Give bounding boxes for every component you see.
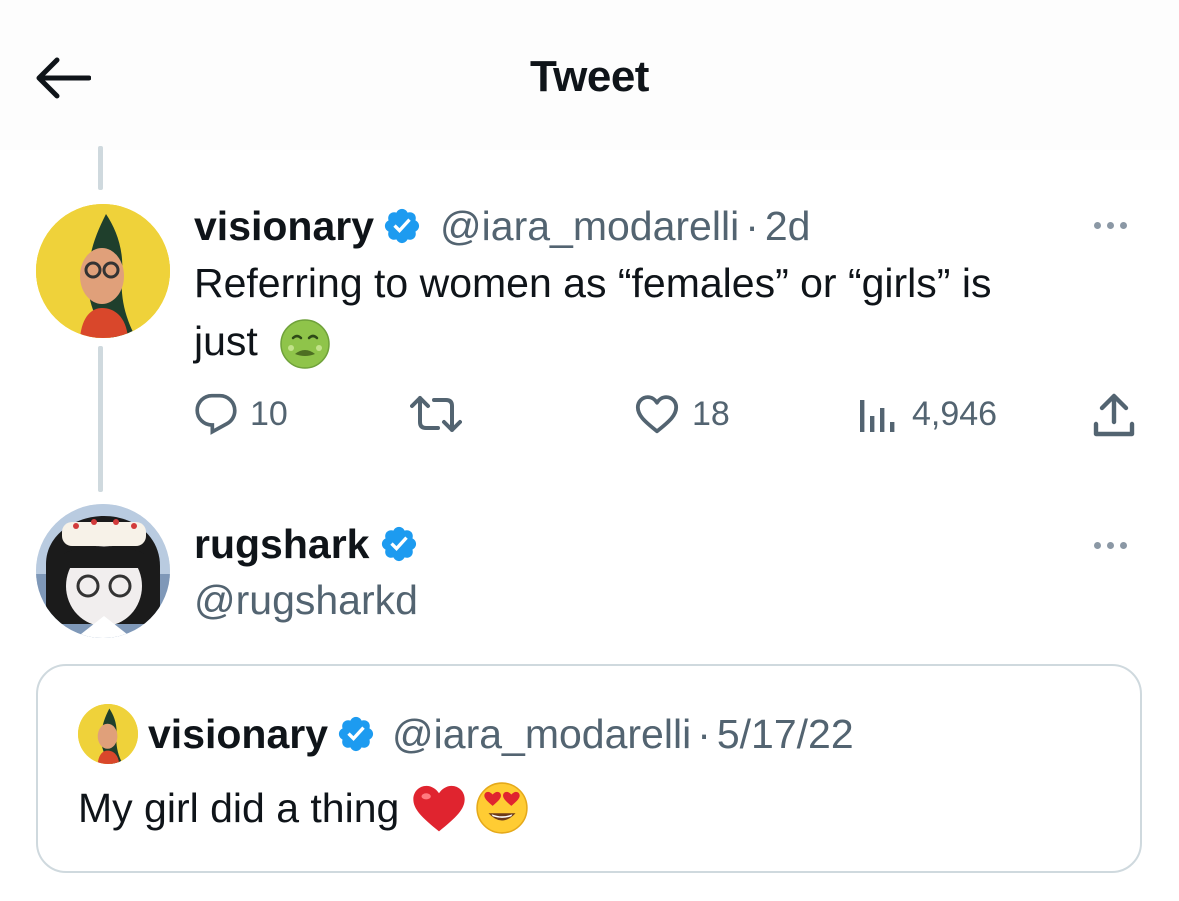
separator-dot: · <box>697 710 711 757</box>
tweet-text-line2: just <box>194 318 258 364</box>
author-name[interactable]: visionary <box>194 203 374 250</box>
more-dot <box>1120 222 1127 229</box>
reply-author-row: rugshark <box>194 516 419 572</box>
reply-button[interactable]: 10 <box>194 392 288 436</box>
nauseated-face-icon <box>280 319 330 369</box>
tweet-timestamp[interactable]: 2d <box>765 203 811 250</box>
more-options-button[interactable] <box>1094 222 1127 229</box>
quoted-date[interactable]: 5/17/22 <box>717 711 854 758</box>
quoted-text: My girl did a thing <box>78 784 400 831</box>
retweet-button[interactable] <box>410 392 474 436</box>
verified-badge-icon <box>384 208 420 244</box>
like-count: 18 <box>692 394 730 433</box>
reply-handle-row: @rugsharkd <box>194 572 418 628</box>
page-title: Tweet <box>530 52 649 101</box>
more-dot <box>1107 222 1114 229</box>
quoted-author-handle[interactable]: @iara_modarelli <box>392 711 691 758</box>
quoted-tweet-card[interactable]: visionary @iara_modarelli · 5/17/22 My g… <box>36 664 1142 873</box>
author-handle[interactable]: @iara_modarelli <box>440 203 739 250</box>
more-dot <box>1094 542 1101 549</box>
tweet-detail-page: Tweet visionary @iara_modarelli · 2d Ref… <box>0 0 1179 901</box>
verified-badge-icon <box>338 716 374 752</box>
heart-icon <box>635 395 679 434</box>
avatar-rugshark[interactable] <box>36 504 170 638</box>
retweet-icon <box>410 396 462 432</box>
reply-author-name[interactable]: rugshark <box>194 521 369 568</box>
avatar-image <box>78 704 138 764</box>
separator-dot: · <box>745 202 759 249</box>
top-header: Tweet <box>0 0 1179 150</box>
avatar-image <box>36 504 170 638</box>
avatar-image <box>36 204 170 338</box>
like-button[interactable]: 18 <box>634 392 730 436</box>
quoted-header: visionary @iara_modarelli · 5/17/22 <box>148 706 854 762</box>
thread-line-top <box>98 146 103 190</box>
quoted-text-row: My girl did a thing <box>78 776 529 840</box>
reply-count: 10 <box>250 394 288 433</box>
share-upload-icon <box>1093 393 1135 437</box>
more-dot <box>1120 542 1127 549</box>
tweet-text-line2-wrap: just <box>194 312 1134 370</box>
avatar-visionary[interactable] <box>36 204 170 338</box>
reply-more-options-button[interactable] <box>1094 542 1127 549</box>
views-button[interactable]: 4,946 <box>856 392 997 436</box>
more-dot <box>1107 542 1114 549</box>
reply-icon <box>195 393 237 435</box>
red-heart-icon <box>413 785 465 832</box>
reply-author-handle[interactable]: @rugsharkd <box>194 577 418 624</box>
quoted-avatar-visionary[interactable] <box>78 704 138 764</box>
heart-eyes-icon <box>476 782 529 834</box>
view-count: 4,946 <box>912 394 998 433</box>
verified-badge-icon <box>382 526 417 562</box>
share-button[interactable] <box>1092 392 1136 440</box>
tweet-text: Referring to women as “females” or “girl… <box>194 254 1134 370</box>
thread-line-connector <box>98 346 103 492</box>
more-dot <box>1094 222 1101 229</box>
quoted-author-name[interactable]: visionary <box>148 711 328 758</box>
analytics-bar-icon <box>860 400 895 432</box>
tweet-text-line1: Referring to women as “females” or “girl… <box>194 260 992 306</box>
tweet-header: visionary @iara_modarelli · 2d <box>194 198 810 254</box>
